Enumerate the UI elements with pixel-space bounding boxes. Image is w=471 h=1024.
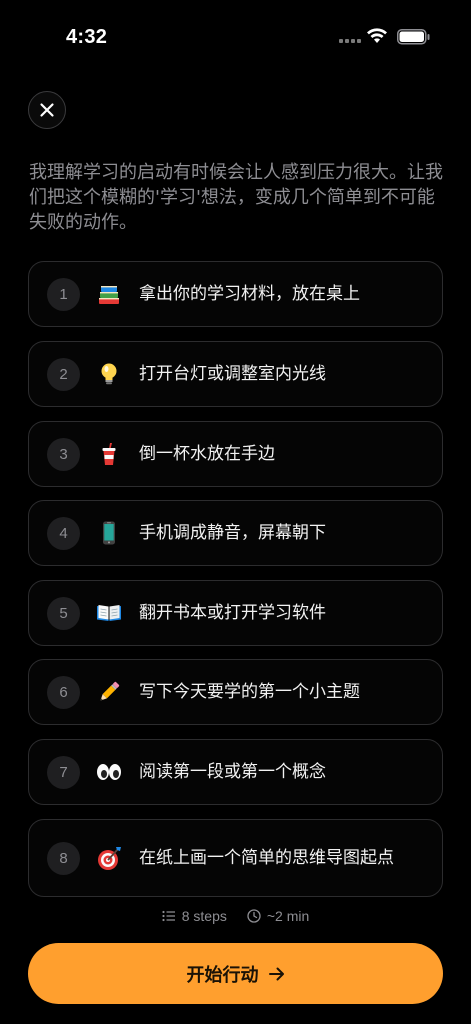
step-text: 翻开书本或打开学习软件 xyxy=(139,603,326,623)
wifi-icon xyxy=(366,28,388,48)
close-button[interactable] xyxy=(28,91,66,129)
step-text: 写下今天要学的第一个小主题 xyxy=(139,682,360,702)
step-item[interactable]: 7 阅读第一段或第一个概念 xyxy=(28,739,443,805)
step-number: 1 xyxy=(47,277,80,311)
step-number: 4 xyxy=(47,516,80,550)
intro-text: 我理解学习的启动有时候会让人感到压力很大。让我们把这个模糊的'学习'想法，变成几… xyxy=(29,162,443,233)
pencil-icon xyxy=(95,678,123,706)
list-icon xyxy=(162,910,175,922)
battery-icon xyxy=(397,29,431,49)
step-number: 3 xyxy=(47,437,80,471)
phone-icon xyxy=(95,519,123,547)
clock-icon xyxy=(247,909,261,923)
status-bar: 4:32 xyxy=(0,0,471,70)
target-icon xyxy=(95,844,123,872)
steps-count: 8 steps xyxy=(162,908,227,924)
cellular-signal-icon xyxy=(339,39,361,43)
open-book-icon xyxy=(95,599,123,627)
step-number: 5 xyxy=(47,596,80,630)
steps-count-label: 8 steps xyxy=(181,908,227,924)
eyes-icon xyxy=(95,758,123,786)
step-number: 8 xyxy=(47,841,80,875)
step-item[interactable]: 6 写下今天要学的第一个小主题 xyxy=(28,659,443,725)
step-number: 2 xyxy=(47,357,80,391)
step-number: 7 xyxy=(47,755,80,789)
step-item[interactable]: 5 翻开书本或打开学习软件 xyxy=(28,580,443,646)
step-item[interactable]: 8 在纸上画一个简单的思维导图起点 xyxy=(28,819,443,897)
start-action-label: 开始行动 xyxy=(186,964,259,986)
close-icon xyxy=(40,103,54,117)
duration-label: ~2 min xyxy=(266,908,310,924)
step-text: 手机调成静音，屏幕朝下 xyxy=(139,523,326,543)
step-text: 在纸上画一个简单的思维导图起点 xyxy=(139,848,394,868)
step-item[interactable]: 4 手机调成静音，屏幕朝下 xyxy=(28,500,443,566)
lightbulb-icon xyxy=(95,360,123,388)
arrow-right-icon xyxy=(268,967,284,980)
step-number: 6 xyxy=(47,675,80,709)
step-item[interactable]: 2 打开台灯或调整室内光线 xyxy=(28,341,443,407)
step-text: 阅读第一段或第一个概念 xyxy=(139,762,326,782)
step-text: 打开台灯或调整室内光线 xyxy=(139,364,326,384)
start-action-button[interactable]: 开始行动 xyxy=(28,943,443,1004)
books-icon xyxy=(95,280,123,308)
status-time: 4:32 xyxy=(66,26,108,48)
meta-info: 8 steps ~2 min xyxy=(0,908,471,924)
step-text: 拿出你的学习材料，放在桌上 xyxy=(139,284,360,304)
step-item[interactable]: 1 拿出你的学习材料，放在桌上 xyxy=(28,261,443,327)
step-item[interactable]: 3 倒一杯水放在手边 xyxy=(28,421,443,487)
cup-icon xyxy=(95,440,123,468)
duration: ~2 min xyxy=(247,908,309,924)
step-text: 倒一杯水放在手边 xyxy=(139,444,275,464)
